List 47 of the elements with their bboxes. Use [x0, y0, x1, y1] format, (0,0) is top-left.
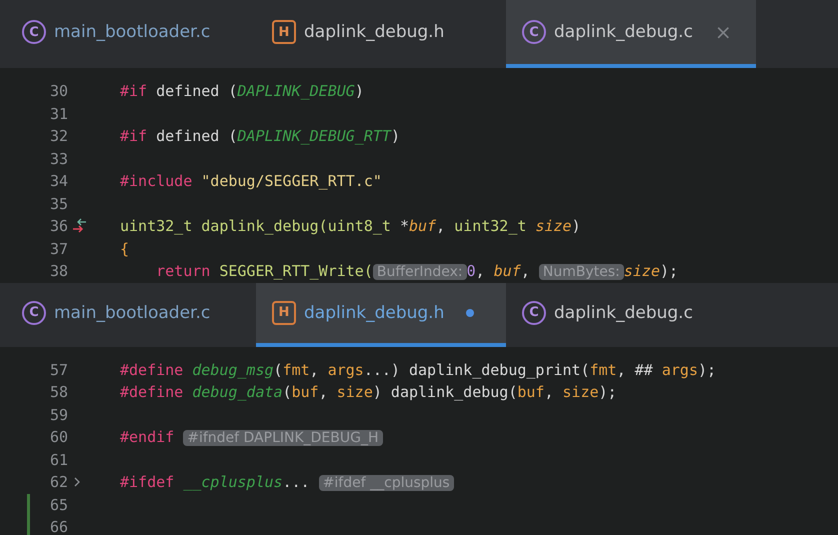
- file-type-icon: H: [272, 300, 296, 324]
- code-line: #include "debug/SEGGER_RTT.c": [120, 172, 382, 190]
- file-type-icon: H: [272, 20, 296, 44]
- line-number: 62: [48, 473, 68, 492]
- code-line: #if defined (DAPLINK_DEBUG_RTT): [120, 127, 400, 146]
- tab-label: main_bootloader.c: [54, 302, 210, 322]
- file-tab[interactable]: C daplink_debug.c: [506, 282, 756, 346]
- line-number: 32: [48, 127, 68, 146]
- line-number: 61: [48, 450, 68, 469]
- line-number: 38: [48, 262, 68, 280]
- code-line: return SEGGER_RTT_Write( BufferIndex: 0, buf, NumBytes: size);: [155, 262, 678, 280]
- tab-label: daplink_debug.h: [304, 302, 444, 322]
- file-tab[interactable]: C main_bootloader.c: [6, 282, 256, 346]
- file-type-icon: C: [522, 20, 546, 44]
- code-line: #define debug_data(buf, size) daplink_debug(buf, size);: [120, 383, 617, 402]
- tab-label: daplink_debug.c: [554, 302, 693, 322]
- file-type-icon: C: [522, 300, 546, 324]
- file-tab[interactable]: C main_bootloader.c: [6, 0, 256, 68]
- code-line: #define debug_msg(fmt, args...) daplink_debug_print(fmt, ## args);: [120, 360, 716, 379]
- line-number: 58: [48, 383, 68, 402]
- code-line: {: [120, 240, 130, 258]
- line-number: 59: [48, 406, 68, 424]
- code-line: #endif #ifndef DAPLINK_DEBUG_H: [120, 428, 383, 446]
- tab-label: main_bootloader.c: [54, 22, 210, 42]
- file-type-icon: C: [22, 300, 46, 324]
- line-number: 34: [48, 172, 68, 190]
- line-number: 35: [48, 194, 68, 213]
- line-number: 30: [48, 82, 68, 100]
- line-number: 33: [48, 150, 68, 168]
- close-button[interactable]: ×: [714, 20, 732, 44]
- tab-label: daplink_debug.h: [304, 22, 444, 42]
- code-line: uint32_t daplink_debug(uint8_t *buf, uint32_t size): [120, 217, 581, 236]
- code-line: #ifdef __cplusplus... #ifdef __cplusplus: [120, 473, 454, 492]
- tab-label: daplink_debug.c: [554, 22, 693, 42]
- line-number: 36: [48, 217, 68, 236]
- line-number: 37: [48, 240, 68, 258]
- file-tab[interactable]: H daplink_debug.h: [256, 0, 506, 68]
- line-number: 60: [48, 428, 68, 446]
- line-number: 31: [48, 104, 68, 123]
- chevron-icon[interactable]: [72, 476, 82, 488]
- line-number: 65: [48, 496, 68, 514]
- code-line: #if defined (DAPLINK_DEBUG): [120, 82, 364, 100]
- line-number: 57: [48, 360, 68, 379]
- file-type-icon: C: [22, 20, 46, 44]
- line-number: 66: [48, 518, 68, 535]
- file-tab[interactable]: H daplink_debug.h: [256, 282, 506, 346]
- file-tab[interactable]: C daplink_debug.c ×: [506, 0, 756, 68]
